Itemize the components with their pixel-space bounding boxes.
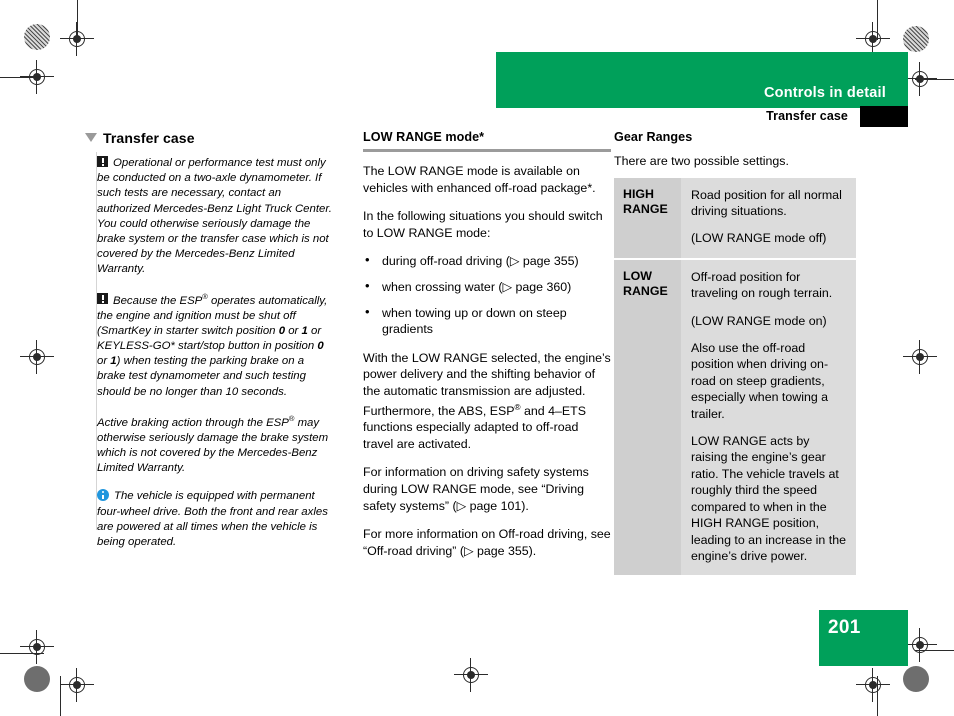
warning-note-2-bold-3: 0: [317, 340, 324, 353]
table-cell-paragraph: LOW RANGE acts by raising the engine’s g…: [691, 434, 846, 563]
page-content: Transfer case Operational or performance…: [0, 0, 954, 716]
triangle-marker-icon: [85, 133, 97, 142]
warning-note-2-part-6: ) when testing the parking brake on a br…: [97, 355, 306, 398]
info-icon: [97, 489, 109, 502]
table-cell-paragraph: Also use the off-road position when driv…: [691, 341, 829, 421]
warning-icon: [97, 293, 108, 305]
info-note-1: The vehicle is equipped with permanent f…: [97, 487, 333, 550]
low-range-situations-list: during off-road driving (▷ page 355) whe…: [363, 252, 611, 338]
warning-icon: [97, 156, 108, 167]
warning-note-3: Active braking action through the ESP® m…: [97, 411, 333, 477]
warning-note-2-part-5: or: [97, 355, 111, 368]
table-cell-paragraph: Road position for all normal driving sit…: [691, 187, 842, 218]
heading-underline: [363, 149, 611, 152]
warning-note-1: Operational or performance test must onl…: [97, 155, 333, 278]
gear-ranges-heading: Gear Ranges: [614, 130, 693, 144]
low-range-paragraph-1: The LOW RANGE mode is available on vehic…: [363, 164, 596, 195]
list-item: when crossing water (▷ page 360): [363, 278, 611, 296]
list-item: when towing up or down on steep gradient…: [363, 304, 611, 338]
column-two: LOW RANGE mode* The LOW RANGE mode is av…: [363, 130, 611, 571]
table-row-label: HIGH RANGE: [614, 177, 681, 260]
low-range-paragraph-5: For more information on Off-road driving…: [363, 527, 611, 558]
table-row-description: Road position for all normal driving sit…: [681, 177, 856, 260]
table-row: LOW RANGE Off-road position for travelin…: [614, 258, 856, 576]
low-range-mode-heading: LOW RANGE mode*: [363, 130, 485, 144]
column-three: Gear Ranges There are two possible setti…: [614, 130, 862, 576]
warning-note-1-text: Operational or performance test must onl…: [97, 157, 332, 276]
section-heading-label: Transfer case: [103, 130, 195, 146]
table-cell-paragraph: (LOW RANGE mode off): [691, 231, 827, 246]
table-row: HIGH RANGE Road position for all normal …: [614, 177, 856, 260]
warning-note-2: Because the ESP® operates automatically,…: [97, 289, 333, 400]
gear-ranges-table: HIGH RANGE Road position for all normal …: [614, 177, 856, 576]
low-range-paragraph-2: In the following situations you should s…: [363, 209, 603, 240]
column-one: Transfer case Operational or performance…: [85, 130, 333, 561]
info-note-1-text: The vehicle is equipped with permanent f…: [97, 490, 328, 549]
warning-note-3-part-1: Active braking action through the ESP: [97, 416, 289, 429]
table-row-label: LOW RANGE: [614, 258, 681, 576]
list-item: during off-road driving (▷ page 355): [363, 252, 611, 270]
section-heading-transfer-case: Transfer case: [85, 130, 333, 146]
table-cell-paragraph: Off-road position for traveling on rough…: [691, 269, 833, 301]
gear-ranges-intro: There are two possible settings.: [614, 154, 789, 168]
low-range-paragraph-3: With the LOW RANGE selected, the engine’…: [363, 350, 611, 453]
low-range-paragraph-4: For information on driving safety system…: [363, 465, 589, 513]
table-row-description: Off-road position for traveling on rough…: [681, 258, 856, 576]
table-cell-paragraph: (LOW RANGE mode on): [691, 313, 827, 328]
warning-note-2-part-1: Because the ESP: [113, 294, 203, 307]
warning-note-2-part-3: or: [285, 324, 302, 337]
